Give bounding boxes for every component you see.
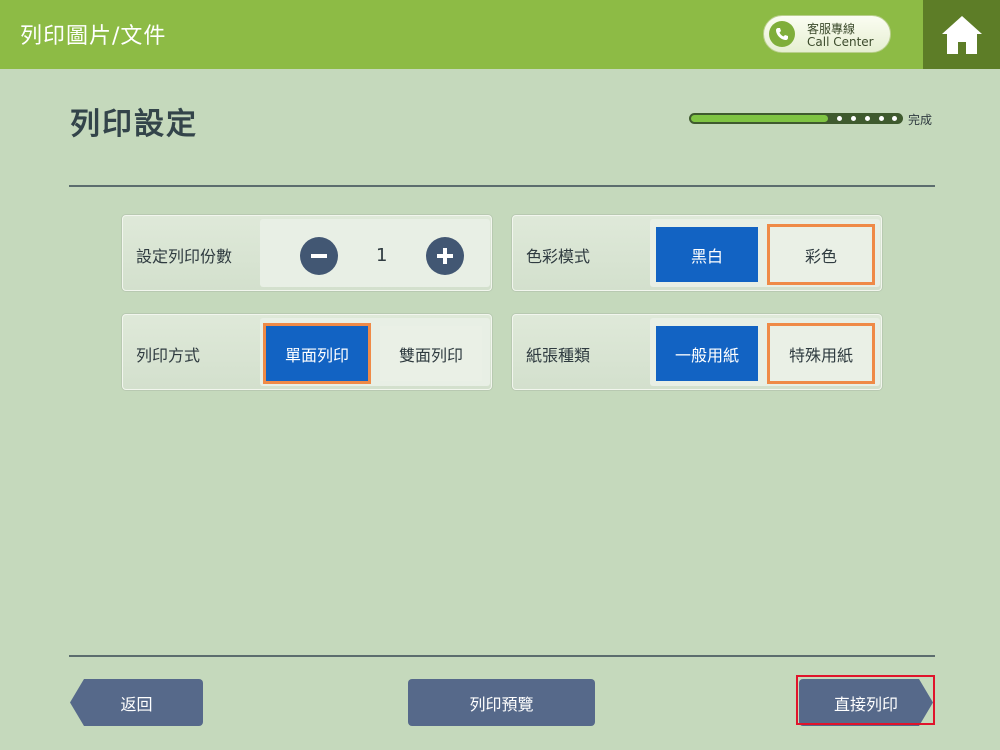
print-method-options: 單面列印 雙面列印 [260, 318, 490, 386]
increase-copies-button[interactable] [426, 237, 464, 275]
copies-setting: 設定列印份數 1 [122, 215, 492, 291]
print-preview-label: 列印預覽 [469, 694, 534, 714]
print-now-label: 直接列印 [833, 694, 898, 714]
print-method-single-sided[interactable]: 單面列印 [263, 323, 371, 384]
color-option-color[interactable]: 彩色 [767, 224, 875, 285]
color-mode-setting: 色彩模式 黑白 彩色 [512, 215, 882, 291]
progress-step-dot [879, 116, 884, 121]
color-mode-options: 黑白 彩色 [650, 219, 880, 287]
minus-icon [311, 254, 327, 258]
plus-icon [437, 248, 453, 264]
progress-label: 完成 [908, 113, 933, 127]
page-title: 列印設定 [70, 107, 198, 142]
progress-step-dot [892, 116, 897, 121]
call-center-label-en: Call Center [807, 35, 874, 49]
phone-icon [769, 21, 795, 47]
print-method-label: 列印方式 [136, 346, 201, 365]
back-button[interactable]: 返回 [70, 679, 203, 726]
progress-step-dot [851, 116, 856, 121]
paper-type-options: 一般用紙 特殊用紙 [650, 318, 880, 386]
progress-step-dot [837, 116, 842, 121]
home-button[interactable] [923, 0, 1000, 69]
decrease-copies-button[interactable] [300, 237, 338, 275]
progress-step-dot [865, 116, 870, 121]
progress-bar [689, 113, 903, 124]
print-now-button[interactable]: 直接列印 [799, 679, 933, 726]
progress-fill [691, 115, 828, 122]
call-center-button[interactable]: 客服專線 Call Center [763, 15, 891, 53]
paper-option-special[interactable]: 特殊用紙 [767, 323, 875, 384]
copies-label: 設定列印份數 [136, 247, 233, 266]
print-preview-button[interactable]: 列印預覽 [408, 679, 595, 726]
color-option-bw[interactable]: 黑白 [656, 227, 758, 282]
paper-option-plain[interactable]: 一般用紙 [656, 326, 758, 381]
divider-top [69, 185, 935, 187]
print-method-double-sided[interactable]: 雙面列印 [380, 326, 482, 381]
paper-type-setting: 紙張種類 一般用紙 特殊用紙 [512, 314, 882, 390]
color-mode-label: 色彩模式 [526, 247, 591, 266]
divider-bottom [69, 655, 935, 657]
app-title: 列印圖片/文件 [20, 24, 167, 49]
print-method-setting: 列印方式 單面列印 雙面列印 [122, 314, 492, 390]
copies-value: 1 [376, 245, 388, 266]
home-icon [941, 15, 982, 54]
top-bar: 列印圖片/文件 客服專線 Call Center [0, 0, 1000, 69]
copies-stepper: 1 [260, 219, 490, 287]
back-button-label: 返回 [120, 694, 153, 714]
paper-type-label: 紙張種類 [526, 346, 591, 365]
